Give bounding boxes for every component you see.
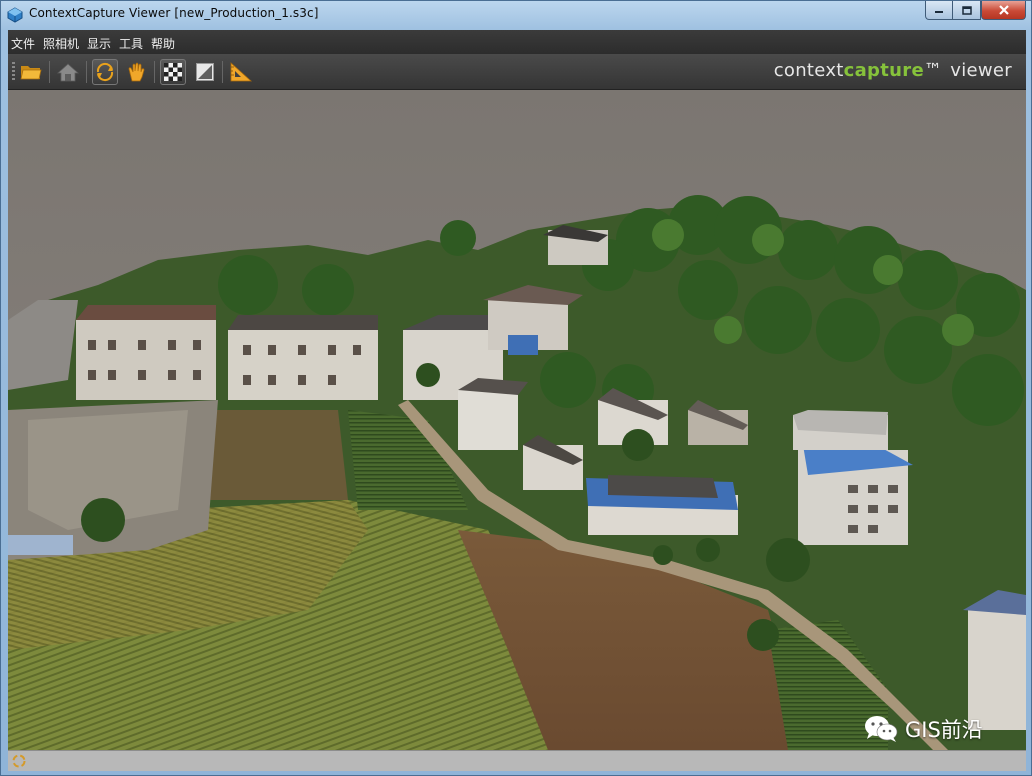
home-icon bbox=[57, 63, 79, 82]
watermark-text: GIS前沿 bbox=[905, 718, 983, 742]
pan-button[interactable] bbox=[123, 59, 149, 85]
3d-viewport[interactable] bbox=[8, 90, 1026, 750]
maximize-icon bbox=[961, 5, 972, 15]
home-view-button[interactable] bbox=[55, 59, 81, 85]
checkerboard-icon bbox=[164, 63, 182, 81]
measure-button[interactable] bbox=[228, 59, 254, 85]
toolbar-separator bbox=[154, 61, 155, 83]
close-button[interactable] bbox=[981, 1, 1026, 20]
application-window: ContextCapture Viewer [new_Production_1.… bbox=[0, 0, 1032, 776]
open-folder-button[interactable] bbox=[18, 59, 44, 85]
toolbar-separator bbox=[49, 61, 50, 83]
maximize-button[interactable] bbox=[953, 1, 981, 20]
toolbar-separator bbox=[222, 61, 223, 83]
minimize-button[interactable] bbox=[925, 1, 953, 20]
close-icon bbox=[998, 5, 1009, 15]
window-title: ContextCapture Viewer [new_Production_1.… bbox=[29, 6, 319, 20]
hand-icon bbox=[128, 62, 145, 82]
orbit-button[interactable] bbox=[92, 59, 118, 85]
menu-display[interactable]: 显示 bbox=[87, 35, 111, 52]
square-shade-icon bbox=[196, 63, 214, 81]
menu-file[interactable]: 文件 bbox=[11, 35, 35, 52]
brand-context: context bbox=[773, 60, 844, 81]
brand-capture: capture bbox=[843, 60, 924, 81]
app-icon bbox=[7, 7, 23, 23]
ruler-triangle-icon bbox=[230, 62, 253, 82]
brand-trademark: ™ bbox=[923, 60, 943, 81]
orbit-icon bbox=[96, 62, 114, 82]
menu-help[interactable]: 帮助 bbox=[151, 35, 175, 52]
toolbar-grip[interactable] bbox=[12, 62, 15, 82]
menu-bar: 文件 照相机 显示 工具 帮助 bbox=[8, 30, 1026, 54]
texture-button[interactable] bbox=[160, 59, 186, 85]
minimize-icon bbox=[935, 11, 943, 13]
folder-icon bbox=[20, 66, 42, 80]
brand-viewer: viewer bbox=[950, 60, 1012, 81]
loading-spinner-icon bbox=[12, 754, 26, 768]
watermark: GIS前沿 bbox=[863, 714, 983, 744]
status-bar bbox=[8, 750, 1026, 771]
title-bar[interactable]: ContextCapture Viewer [new_Production_1.… bbox=[1, 1, 1031, 28]
shading-button[interactable] bbox=[192, 59, 218, 85]
toolbar: contextcapture™ viewer bbox=[8, 54, 1026, 90]
menu-camera[interactable]: 照相机 bbox=[43, 35, 79, 52]
brand-logo: contextcapture™ viewer bbox=[774, 60, 1012, 81]
toolbar-separator bbox=[86, 61, 87, 83]
wechat-icon bbox=[865, 716, 898, 742]
menu-tools[interactable]: 工具 bbox=[119, 35, 143, 52]
reality-mesh-scene bbox=[8, 90, 1026, 750]
